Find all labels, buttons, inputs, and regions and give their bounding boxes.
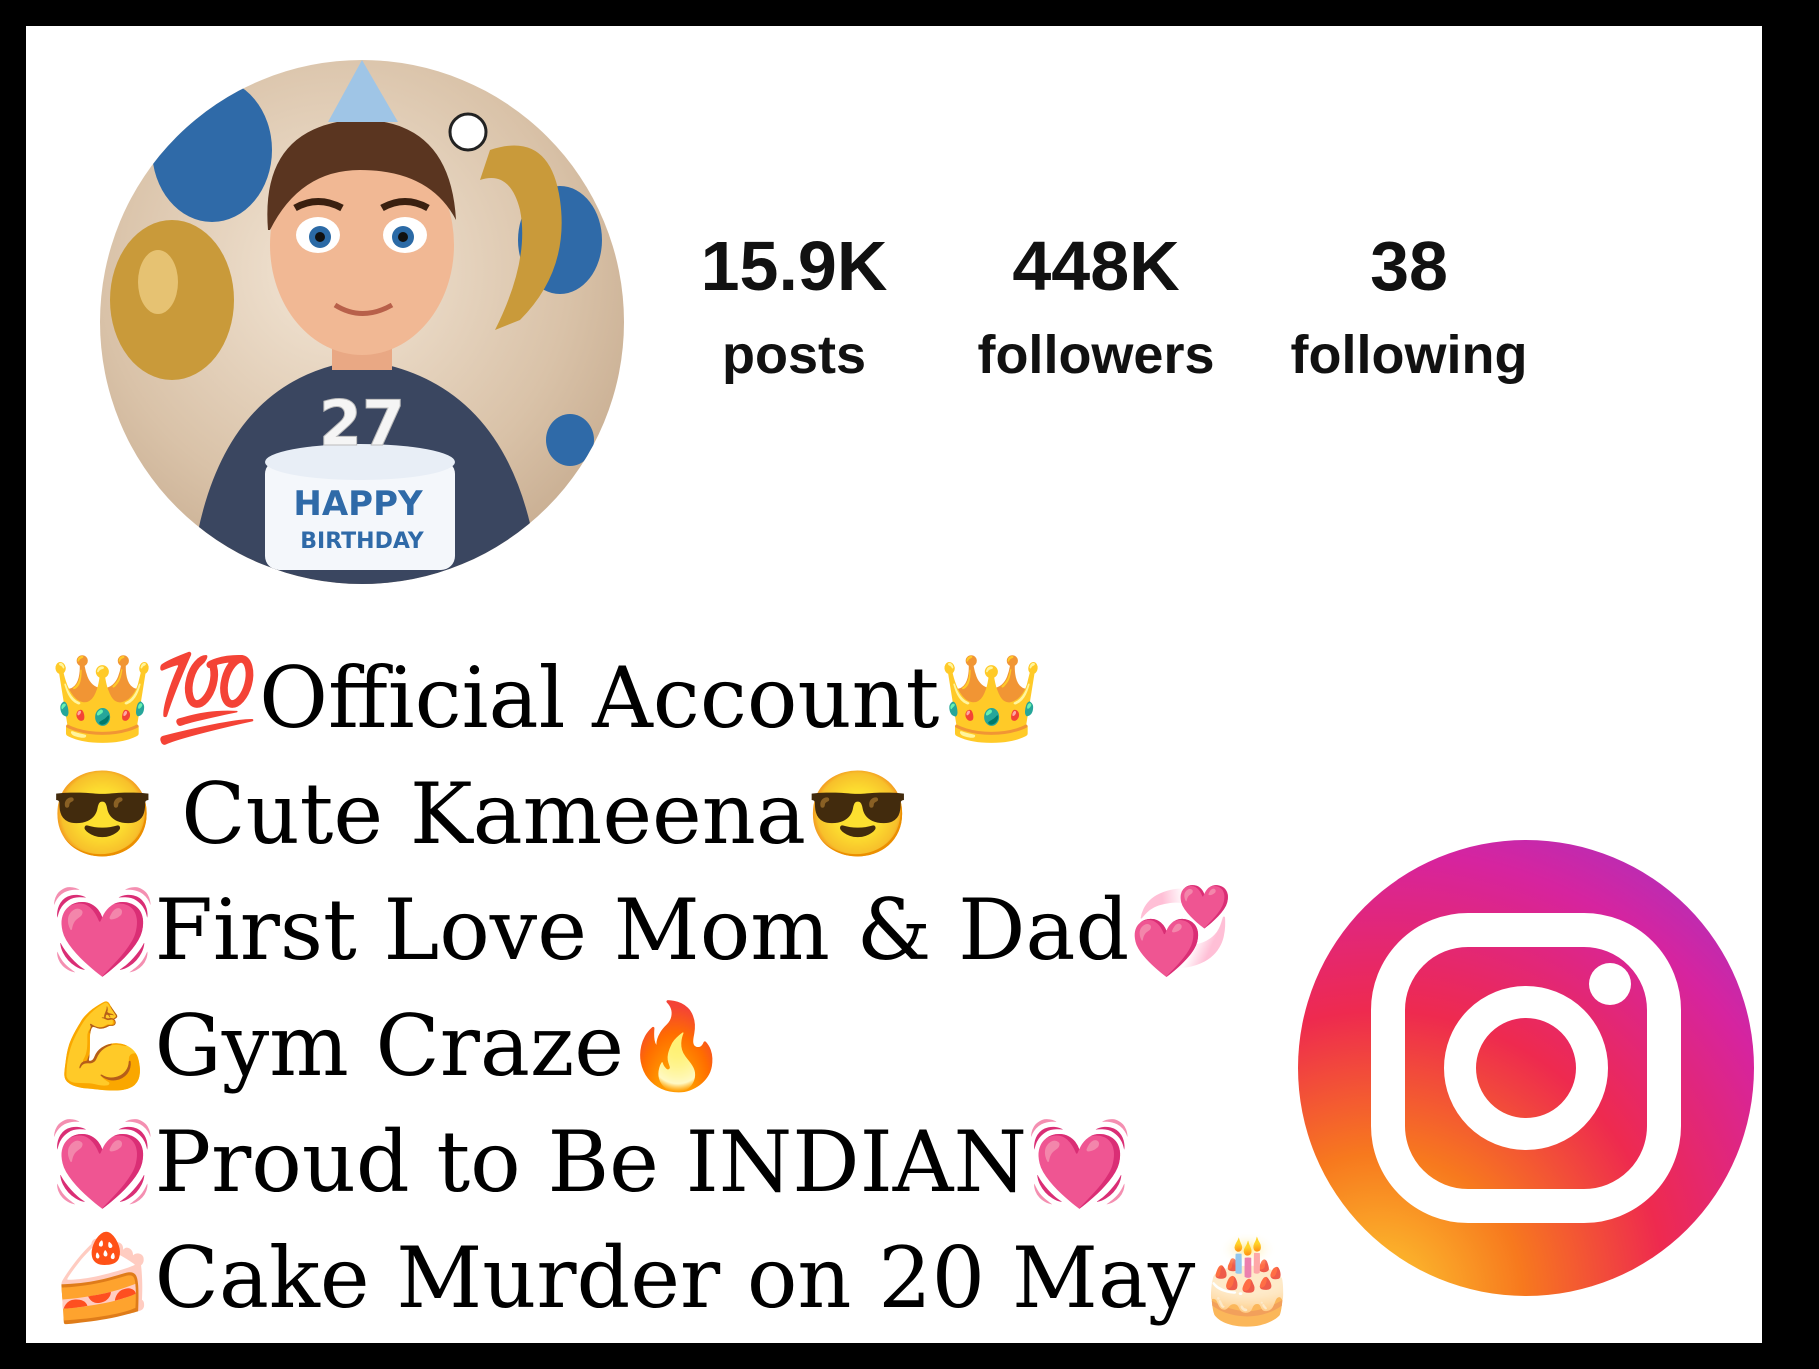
bio-line: 👑💯Official Account👑 [50, 649, 1045, 747]
posts-label: posts [721, 325, 867, 385]
bio-line: 🍰Cake Murder on 20 May🎂 [50, 1229, 1300, 1327]
bio-line: 💪Gym Craze🔥 [50, 997, 729, 1095]
following-label: following [1290, 325, 1528, 385]
birthday-avatar-icon: 27 HAPPY BIRTHDAY [110, 60, 602, 584]
cake-text-birthday: BIRTHDAY [300, 529, 425, 554]
following-count: 38 [1370, 227, 1448, 305]
cake-number: 27 [319, 387, 405, 460]
bio-line: 💓First Love Mom & Dad💞 [50, 881, 1234, 979]
bio-line: 💓Proud to Be INDIAN💓 [50, 1113, 1132, 1211]
posts-count: 15.9K [700, 227, 888, 305]
instagram-icon [1298, 840, 1754, 1296]
followers-stat[interactable]: 448K followers [956, 226, 1236, 390]
following-stat[interactable]: 38 following [1269, 226, 1549, 390]
bio-line: 😎 Cute Kameena😎 [50, 765, 911, 863]
profile-avatar[interactable]: 27 HAPPY BIRTHDAY [100, 60, 624, 584]
posts-stat[interactable]: 15.9K posts [654, 226, 934, 390]
cake-text-happy: HAPPY [293, 484, 423, 524]
followers-label: followers [977, 325, 1215, 385]
profile-card: 27 HAPPY BIRTHDAY 15.9K posts 448K follo… [26, 26, 1762, 1343]
followers-count: 448K [1012, 227, 1180, 305]
bio: 👑💯Official Account👑 😎 Cute Kameena😎 💓Fir… [50, 640, 1300, 1336]
